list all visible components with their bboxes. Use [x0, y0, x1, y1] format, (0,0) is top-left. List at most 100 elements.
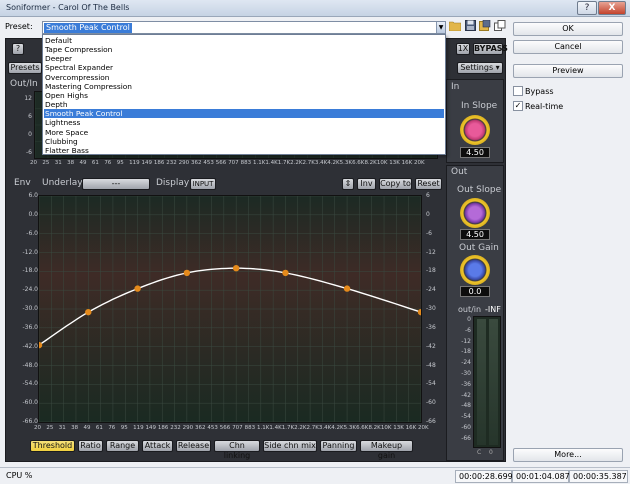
envelope-canvas[interactable] [35, 195, 425, 423]
copy-icon[interactable] [494, 20, 506, 33]
reset-button[interactable]: Reset [415, 178, 442, 190]
tab-release[interactable]: Release [176, 440, 211, 452]
meter-scale: 0 -6 -12 -18 -24 -30 -36 -42 -48 -54 -60 -66 [449, 316, 471, 456]
folder-icon[interactable] [448, 20, 462, 33]
db-tick-label: -42.0 [22, 342, 38, 350]
freq-tick-label: 8.2K [368, 425, 381, 431]
freq-tick-label: 95 [116, 160, 124, 166]
preset-option[interactable]: Depth [44, 100, 444, 109]
help-button[interactable]: ? [577, 1, 597, 15]
cancel-button[interactable]: Cancel [513, 40, 623, 54]
tab-panning[interactable]: Panning [320, 440, 357, 452]
close-button[interactable]: X [598, 1, 626, 15]
underlay-select[interactable]: --- [82, 178, 150, 190]
freq-tick-label: 1.4K [269, 425, 282, 431]
freq-tick-label: 707 [228, 160, 239, 166]
display-select[interactable]: INPUT [190, 178, 216, 190]
meter-tick: -48 [461, 402, 471, 410]
preset-selected-value: Smooth Peak Control [44, 23, 132, 33]
curve-node[interactable] [134, 285, 141, 292]
freq-tick-label: 186 [157, 425, 169, 431]
meter-tick: 0 [467, 316, 471, 323]
save-icon[interactable] [464, 20, 476, 33]
out-section: Out Out Slope 4.50 Out Gain 0.0 out/in -… [446, 165, 504, 461]
parameter-tabs: Threshold Ratio Range Attack Release Chn link… [30, 440, 430, 460]
preset-option[interactable]: Deeper [44, 54, 444, 63]
preset-option[interactable]: Open Highs [44, 91, 444, 100]
preset-dropdown-list[interactable]: Default Tape Compression Deeper Spectral Ex… [42, 34, 446, 155]
tab-attack[interactable]: Attack [142, 440, 173, 452]
realtime-checkbox[interactable]: ✓ [513, 101, 523, 111]
time-position: 00:00:28.699 [455, 470, 513, 483]
meter-channel-0: 0 [489, 449, 493, 456]
db-tick-label-right: 6 [426, 192, 430, 199]
inv-button[interactable]: Inv [357, 178, 376, 190]
meter-tick: -18 [461, 348, 471, 356]
dropdown-arrow-icon[interactable]: ▼ [436, 22, 445, 33]
freq-tick-label: 8.2K [364, 160, 377, 166]
more-button[interactable]: More... [513, 448, 623, 462]
freq-tick-label: 20K [414, 160, 425, 166]
small-db-tick: 6 [28, 113, 32, 120]
out-gain-knob[interactable] [460, 255, 490, 285]
envelope-graph[interactable] [35, 195, 425, 423]
freq-tick-label: 6.6K [352, 160, 365, 166]
tab-chn-linking[interactable]: Chn linking [214, 440, 260, 460]
freq-tick-label: 31 [58, 425, 66, 431]
out-slope-value[interactable]: 4.50 [460, 229, 490, 240]
freq-tick-label: 4.2K [327, 160, 340, 166]
preset-option[interactable]: Lightness [44, 118, 444, 127]
db-tick-label-right: -60 [426, 399, 436, 407]
out-gain-value[interactable]: 0.0 [460, 286, 490, 297]
curve-node[interactable] [282, 269, 289, 277]
freq-tick-label: 566 [215, 160, 227, 166]
freq-tick-label: 38 [67, 160, 75, 166]
freq-tick-label: 61 [95, 425, 103, 431]
preset-option[interactable]: Overcompression [44, 73, 444, 82]
in-slope-knob[interactable] [460, 115, 490, 145]
freq-tick-label: 16K [405, 425, 417, 431]
preset-option[interactable]: Tape Compression [44, 45, 444, 54]
tab-range[interactable]: Range [106, 440, 139, 452]
curve-node[interactable] [232, 264, 240, 272]
db-tick-label: 6.0 [28, 192, 38, 199]
env-stepper[interactable]: ⇕ [342, 178, 354, 190]
plugin-help-button[interactable]: ? [12, 43, 24, 55]
bypass-checkbox[interactable] [513, 86, 523, 96]
tab-side-chn-mix[interactable]: Side chn mix [263, 440, 317, 452]
save-as-icon[interactable] [479, 19, 491, 33]
preset-option[interactable]: Default [44, 36, 444, 45]
curve-node[interactable] [85, 308, 92, 316]
preset-option[interactable]: More Space [44, 128, 444, 137]
out-slope-knob[interactable] [460, 198, 490, 228]
preview-button[interactable]: Preview [513, 64, 623, 78]
preset-option[interactable]: Spectral Expander [44, 63, 444, 72]
tab-makeup-gain[interactable]: Makeup gain [360, 440, 413, 460]
settings-button[interactable]: Settings ▾ [457, 62, 503, 74]
small-db-scale: 12 6 0 -6 [16, 91, 32, 159]
curve-node[interactable] [183, 269, 191, 277]
presets-button[interactable]: Presets [8, 62, 42, 74]
tab-threshold[interactable]: Threshold [30, 440, 75, 452]
out-gain-label: Out Gain [459, 243, 499, 253]
copy-to-button[interactable]: Copy to [379, 178, 412, 190]
preset-option[interactable]: Flatter Bass [44, 146, 444, 155]
freq-tick-label: 5.3K [339, 160, 353, 166]
status-bar: CPU % 00:00:28.699 00:01:04.087 00:00:35… [0, 467, 630, 484]
preset-option[interactable]: Mastering Compression [44, 82, 444, 91]
preset-combo[interactable]: Smooth Peak Control [42, 21, 446, 34]
tab-ratio[interactable]: Ratio [78, 440, 103, 452]
ok-button[interactable]: OK [513, 22, 623, 36]
freq-tick-label: 1.1K [256, 425, 270, 431]
preset-option[interactable]: Clubbing [44, 137, 444, 146]
preset-option[interactable]: Smooth Peak Control [44, 109, 444, 119]
freq-tick-label: 3.4K [314, 160, 328, 166]
freq-tick-label: 883 [244, 425, 256, 431]
in-slope-value[interactable]: 4.50 [460, 147, 490, 158]
freq-tick-label: 10K [380, 425, 392, 431]
oversample-button[interactable]: 1X [456, 43, 470, 55]
curve-node[interactable] [343, 285, 351, 292]
small-db-tick: -6 [26, 149, 32, 156]
meter-peak-value: -INF [485, 305, 501, 314]
plugin-bypass-button[interactable]: BYPASS [473, 43, 508, 55]
